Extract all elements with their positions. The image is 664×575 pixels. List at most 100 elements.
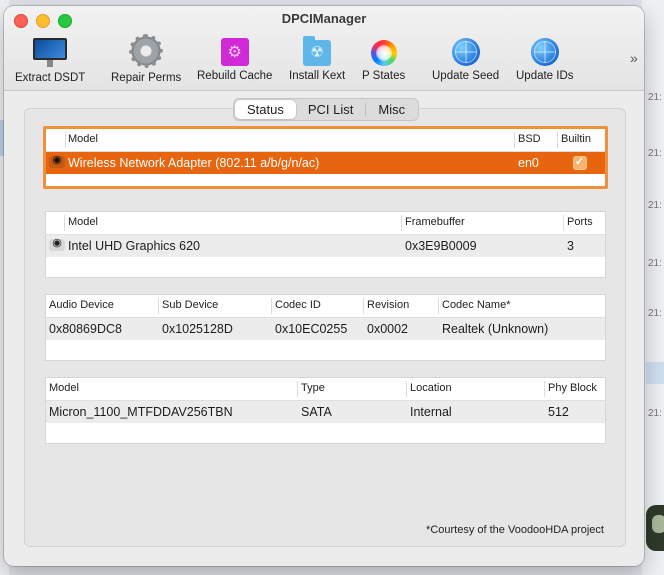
background-selection bbox=[646, 362, 664, 384]
column-header-framebuffer[interactable]: Framebuffer bbox=[405, 216, 465, 228]
toolbar-label: Extract DSDT bbox=[15, 72, 86, 84]
toolbar-label: Install Kext bbox=[289, 70, 346, 82]
column-header-audio-device[interactable]: Audio Device bbox=[49, 299, 114, 311]
dpcimanager-window: DPCIManager Extract DSDT Repair Perms Re… bbox=[4, 6, 644, 566]
monitor-icon bbox=[33, 38, 68, 67]
table-header: Audio Device Sub Device Codec ID Revisio… bbox=[46, 295, 605, 318]
toolbar-label: Update IDs bbox=[516, 70, 574, 82]
graphics-table[interactable]: Model Framebuffer Ports Intel UHD Graphi… bbox=[45, 211, 606, 278]
graphics-ports: 3 bbox=[567, 239, 574, 253]
graphics-model: Intel UHD Graphics 620 bbox=[68, 239, 201, 253]
column-divider bbox=[438, 298, 439, 314]
background-time: 21: bbox=[648, 200, 662, 211]
audio-sub-device: 0x1025128D bbox=[162, 322, 233, 336]
column-header-sub-device[interactable]: Sub Device bbox=[162, 299, 218, 311]
background-time: 21: bbox=[648, 308, 662, 319]
column-header-type[interactable]: Type bbox=[301, 382, 325, 394]
column-header-model[interactable]: Model bbox=[49, 382, 79, 394]
audio-device: 0x80869DC8 bbox=[49, 322, 122, 336]
cache-icon bbox=[220, 38, 249, 66]
storage-table[interactable]: Model Type Location Phy Block Micron_110… bbox=[45, 377, 606, 444]
tab-bar: Status PCI List Misc bbox=[233, 98, 420, 121]
table-header: Model Framebuffer Ports bbox=[46, 212, 605, 235]
storage-location: Internal bbox=[410, 405, 452, 419]
column-header-phy-block[interactable]: Phy Block bbox=[548, 382, 597, 394]
table-row-empty bbox=[46, 257, 605, 277]
tab-status[interactable]: Status bbox=[235, 100, 296, 119]
storage-phy-block: 512 bbox=[548, 405, 569, 419]
titlebar: DPCIManager Extract DSDT Repair Perms Re… bbox=[4, 6, 644, 91]
storage-type: SATA bbox=[301, 405, 332, 419]
tab-pci-list[interactable]: PCI List bbox=[296, 100, 366, 119]
rebuild-cache-button[interactable]: Rebuild Cache bbox=[197, 34, 272, 82]
storage-model: Micron_1100_MTFDDAV256TBN bbox=[49, 405, 233, 419]
column-divider bbox=[65, 132, 66, 148]
install-kext-button[interactable]: Install Kext bbox=[289, 34, 345, 82]
audio-revision: 0x0002 bbox=[367, 322, 409, 336]
table-row[interactable]: 0x80869DC8 0x1025128D 0x10EC0255 0x0002 … bbox=[46, 318, 605, 340]
column-header-codec-name[interactable]: Codec Name* bbox=[442, 299, 510, 311]
toolbar-label: Rebuild Cache bbox=[197, 70, 273, 82]
background-time: 21: bbox=[648, 148, 662, 159]
window-title: DPCIManager bbox=[281, 11, 367, 26]
update-seed-button[interactable]: Update Seed bbox=[432, 34, 499, 82]
globe-icon bbox=[451, 38, 480, 66]
toolbar-label: P States bbox=[362, 70, 406, 82]
column-divider bbox=[158, 298, 159, 314]
toolbar-label: Update Seed bbox=[432, 70, 500, 82]
table-row[interactable]: Intel UHD Graphics 620 0x3E9B0009 3 bbox=[46, 235, 605, 257]
toolbar-overflow-chevron-icon[interactable]: » bbox=[630, 50, 638, 66]
column-divider bbox=[514, 132, 515, 148]
column-header-ports[interactable]: Ports bbox=[567, 216, 593, 228]
table-row[interactable]: Micron_1100_MTFDDAV256TBN SATA Internal … bbox=[46, 401, 605, 423]
background-time: 21: bbox=[648, 92, 662, 103]
audio-codec-name: Realtek (Unknown) bbox=[442, 322, 549, 336]
p-states-button[interactable]: P States bbox=[362, 34, 405, 82]
builtin-checkbox[interactable] bbox=[573, 155, 587, 170]
update-ids-button[interactable]: Update IDs bbox=[516, 34, 574, 82]
eye-icon[interactable] bbox=[49, 153, 65, 168]
toolbar-label: Repair Perms bbox=[111, 72, 182, 84]
table-header: Model BSD Builtin bbox=[46, 129, 605, 152]
column-header-codec-id[interactable]: Codec ID bbox=[275, 299, 321, 311]
table-row-empty bbox=[46, 174, 605, 186]
column-divider bbox=[401, 215, 402, 231]
table-row-empty bbox=[46, 423, 605, 443]
tab-misc[interactable]: Misc bbox=[366, 100, 417, 119]
table-row-empty bbox=[46, 340, 605, 360]
column-divider bbox=[544, 381, 545, 397]
table-header: Model Type Location Phy Block bbox=[46, 378, 605, 401]
column-header-model[interactable]: Model bbox=[68, 133, 98, 145]
extract-dsdt-button[interactable]: Extract DSDT bbox=[15, 34, 85, 84]
column-divider bbox=[563, 215, 564, 231]
column-header-location[interactable]: Location bbox=[410, 382, 452, 394]
audio-table[interactable]: Audio Device Sub Device Codec ID Revisio… bbox=[45, 294, 606, 361]
column-header-bsd[interactable]: BSD bbox=[518, 133, 541, 145]
table-row[interactable]: Wireless Network Adapter (802.11 a/b/g/n… bbox=[46, 152, 605, 174]
repair-perms-button[interactable]: Repair Perms bbox=[111, 34, 181, 84]
network-bsd: en0 bbox=[518, 156, 539, 170]
gear-icon bbox=[129, 34, 164, 68]
column-divider bbox=[406, 381, 407, 397]
column-divider bbox=[271, 298, 272, 314]
graphics-framebuffer: 0x3E9B0009 bbox=[405, 239, 477, 253]
audio-codec-id: 0x10EC0255 bbox=[275, 322, 348, 336]
column-divider bbox=[363, 298, 364, 314]
eye-icon[interactable] bbox=[49, 236, 65, 251]
globe-icon bbox=[530, 38, 559, 66]
kext-folder-icon bbox=[303, 36, 332, 66]
column-header-builtin[interactable]: Builtin bbox=[561, 133, 591, 145]
column-divider bbox=[64, 215, 65, 231]
column-divider bbox=[557, 132, 558, 148]
background-time: 21: bbox=[648, 408, 662, 419]
network-model: Wireless Network Adapter (802.11 a/b/g/n… bbox=[68, 156, 320, 170]
background-time: 21: bbox=[648, 258, 662, 269]
column-header-model[interactable]: Model bbox=[68, 216, 98, 228]
background-right-panel bbox=[642, 0, 664, 575]
column-divider bbox=[297, 381, 298, 397]
network-table[interactable]: Model BSD Builtin Wireless Network Adapt… bbox=[43, 126, 608, 189]
footer-note: *Courtesy of the VoodooHDA project bbox=[426, 524, 604, 536]
column-header-revision[interactable]: Revision bbox=[367, 299, 409, 311]
avatar-face bbox=[652, 515, 664, 533]
color-wheel-icon bbox=[370, 40, 397, 66]
